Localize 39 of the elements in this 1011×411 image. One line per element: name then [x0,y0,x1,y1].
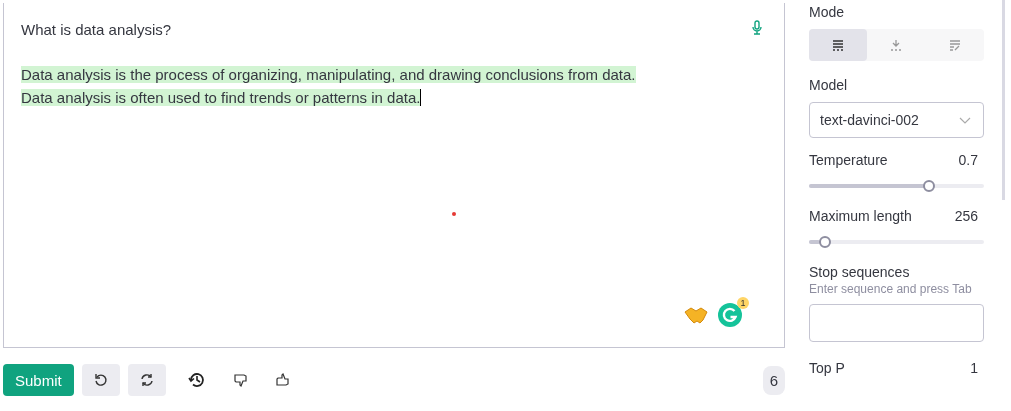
editor-area[interactable]: What is data analysis? Data analysis is the process of organizing, manipulating, and drawing conclusions from data. Data analysis is often used to find trends or patterns in data. 1 [3,3,785,348]
refresh-icon [139,373,154,387]
notification-badge: 1 [737,297,749,309]
slider-track[interactable] [809,236,984,248]
model-label: Model [809,77,849,93]
grammarly-icon[interactable] [718,303,742,327]
top-p-value: 1 [970,360,978,376]
token-count: 6 [762,365,785,395]
microphone-icon[interactable] [751,20,763,36]
lines-icon [832,39,845,51]
complete-mode-tab[interactable] [809,29,868,61]
undo-button[interactable] [81,364,120,396]
stop-sequences-hint: Enter sequence and press Tab [809,282,973,296]
insert-arrow-icon [890,39,903,51]
thumbs-up-icon[interactable] [275,373,290,387]
thumbs-down-icon[interactable] [233,373,248,387]
completion-text: Data analysis is the process of organizing, manipulating, and drawing conclusions from data. [21,66,636,83]
slider-label: Temperature [809,152,888,168]
slider-thumb[interactable] [818,236,831,248]
mode-label: Mode [809,4,846,20]
text-cursor [420,89,422,106]
regenerate-button[interactable] [127,364,166,396]
slider-value: 256 [954,208,978,224]
edit-lines-icon [948,39,961,51]
scrollbar[interactable] [1002,0,1005,200]
slider-track[interactable] [809,180,984,192]
stop-sequences-label: Stop sequences [809,264,911,280]
completion-text: Data analysis is often used to find trends or patterns in data. [21,89,421,106]
pointer-dot [452,212,456,216]
slider-thumb[interactable] [923,180,936,192]
top-p-label: Top P [809,360,845,376]
undo-icon [93,373,108,387]
prompt-text: What is data analysis? [21,21,172,38]
model-select[interactable]: text-davinci-002 [809,102,984,138]
slider-label: Maximum length [809,208,912,224]
chevron-down-icon [959,116,971,124]
stop-sequences-field[interactable] [809,304,984,342]
slider-value: 0.7 [958,152,978,168]
history-icon[interactable] [187,371,206,389]
